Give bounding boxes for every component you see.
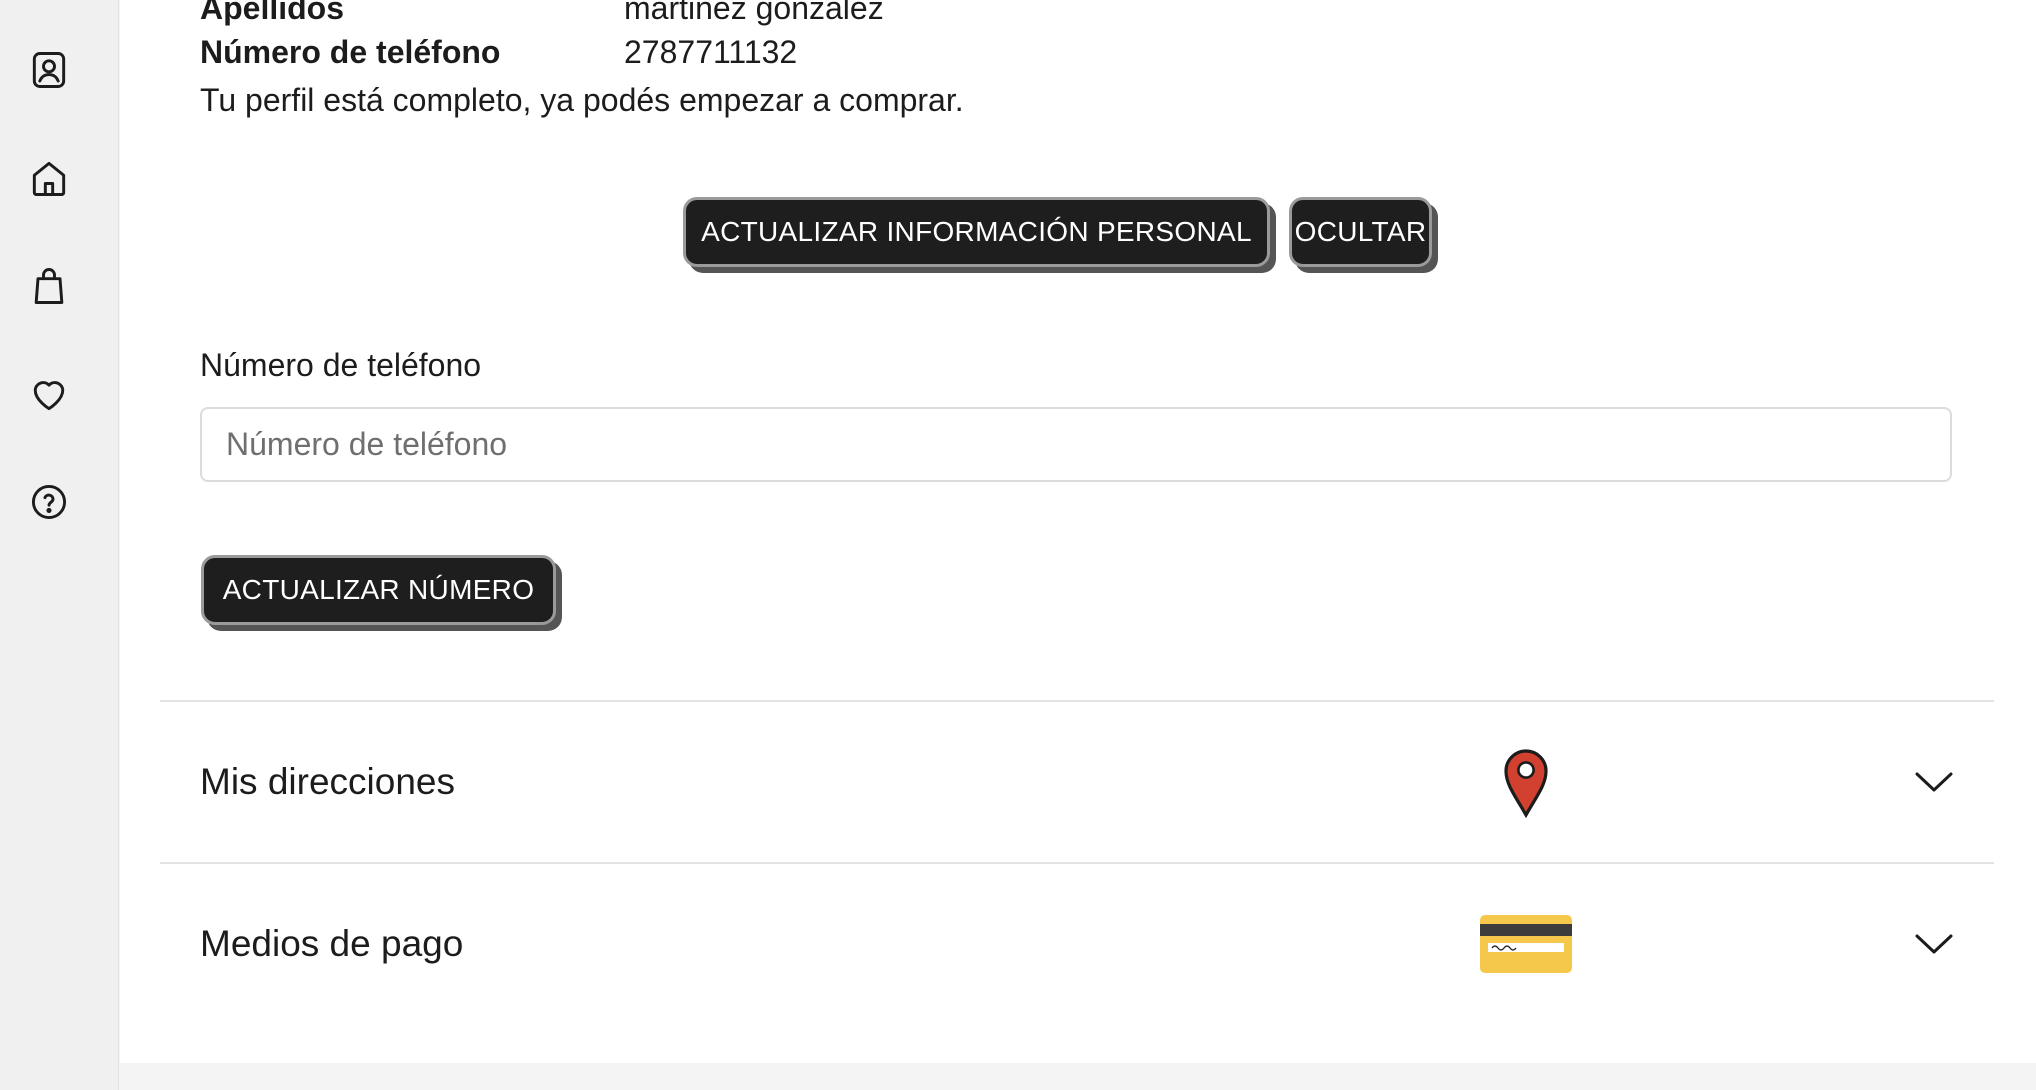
section-title: Medios de pago: [200, 923, 464, 964]
chevron-down-icon: [1915, 772, 1953, 792]
profile-status-message: Tu perfil está completo, ya podés empeza…: [200, 82, 964, 118]
credit-card-icon: [1480, 915, 1572, 973]
map-pin-icon: [1504, 749, 1548, 819]
shopping-bag-icon[interactable]: [24, 261, 74, 311]
section-title: Mis direcciones: [200, 761, 455, 802]
profile-row-value: martinez gonzalez: [624, 0, 884, 26]
hide-button[interactable]: OCULTAR: [1289, 197, 1432, 267]
profile-row-value: 2787711132: [624, 34, 798, 70]
home-icon[interactable]: [24, 153, 74, 203]
profile-row-label: Número de teléfono: [200, 34, 501, 70]
heart-icon[interactable]: [24, 369, 74, 419]
help-icon[interactable]: [24, 477, 74, 527]
phone-number-input[interactable]: [200, 407, 1952, 482]
update-personal-info-button[interactable]: ACTUALIZAR INFORMACIÓN PERSONAL: [683, 197, 1270, 267]
phone-field-label: Número de teléfono: [200, 347, 482, 383]
addresses-accordion[interactable]: Mis direcciones: [160, 702, 1994, 862]
chevron-down-icon: [1915, 934, 1953, 954]
payment-methods-accordion[interactable]: Medios de pago: [160, 864, 1994, 1024]
main-content: Apellidos martinez gonzalez Número de te…: [120, 0, 2036, 1063]
profile-icon[interactable]: [24, 45, 74, 95]
update-number-button[interactable]: ACTUALIZAR NÚMERO: [201, 555, 556, 625]
profile-row-label: Apellidos: [200, 0, 345, 26]
sidebar: [0, 0, 119, 1090]
